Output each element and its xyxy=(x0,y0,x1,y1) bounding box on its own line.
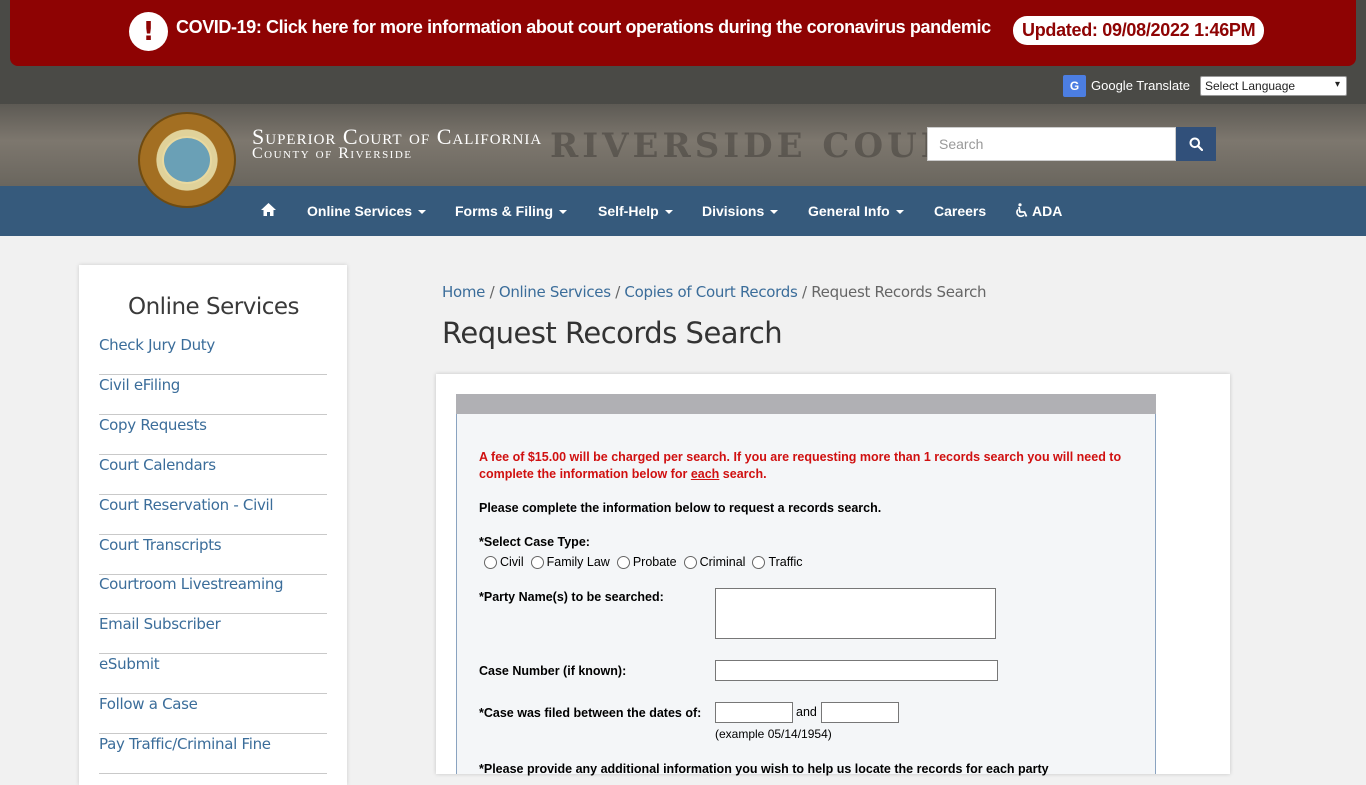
breadcrumb-online-services[interactable]: Online Services xyxy=(499,283,611,301)
sidebar-link-courtroom-livestreaming[interactable]: Courtroom Livestreaming xyxy=(99,575,327,614)
caret-down-icon xyxy=(418,210,427,215)
covid-alert-link[interactable]: COVID-19: Click here for more informatio… xyxy=(176,17,991,38)
date-from-input[interactable] xyxy=(715,702,793,723)
language-select-value: Select Language xyxy=(1205,79,1296,93)
fee-notice: A fee of $15.00 will be charged per sear… xyxy=(479,450,1122,481)
nav-online-services[interactable]: Online Services xyxy=(307,203,427,219)
nav-ada[interactable]: ADA xyxy=(1015,203,1062,219)
search-icon xyxy=(1189,137,1203,151)
form-header-bar xyxy=(456,394,1156,414)
google-translate-label: Google Translate xyxy=(1091,78,1191,93)
nav-forms-filing[interactable]: Forms & Filing xyxy=(455,203,567,219)
sidebar-link-esubmit[interactable]: eSubmit xyxy=(99,655,327,694)
case-type-criminal[interactable]: Criminal xyxy=(683,555,745,569)
breadcrumb-current: Request Records Search xyxy=(811,283,987,301)
radio-family-law[interactable] xyxy=(530,555,544,569)
case-type-traffic[interactable]: Traffic xyxy=(752,555,803,569)
filed-dates-label: *Case was filed between the dates of: xyxy=(479,706,702,720)
breadcrumb: Home / Online Services / Copies of Court… xyxy=(442,283,987,301)
court-seal-logo[interactable] xyxy=(138,112,236,208)
case-type-family-law[interactable]: Family Law xyxy=(530,555,610,569)
covid-alert-banner[interactable]: ! COVID-19: Click here for more informat… xyxy=(10,0,1356,66)
additional-info-label: *Please provide any additional informati… xyxy=(479,762,1049,776)
radio-probate[interactable] xyxy=(616,555,630,569)
sidebar-title: Online Services xyxy=(128,294,300,320)
court-subtitle[interactable]: County of Riverside xyxy=(252,145,413,163)
case-type-label: *Select Case Type: xyxy=(479,535,590,549)
search-input[interactable]: Search xyxy=(927,127,1176,161)
breadcrumb-separator: / xyxy=(801,283,807,301)
page-title: Request Records Search xyxy=(442,316,783,350)
nav-self-help[interactable]: Self-Help xyxy=(598,203,673,219)
sidebar-link-email-subscriber[interactable]: Email Subscriber xyxy=(99,615,327,654)
party-name-textarea[interactable] xyxy=(715,588,996,639)
breadcrumb-copies-of-court-records[interactable]: Copies of Court Records xyxy=(624,283,797,301)
seal-emblem-icon xyxy=(162,136,212,184)
dates-and-text: and xyxy=(796,705,817,719)
sidebar-link-check-jury-duty[interactable]: Check Jury Duty xyxy=(99,336,327,375)
sidebar-link-civil-efiling[interactable]: Civil eFiling xyxy=(99,376,327,415)
radio-traffic[interactable] xyxy=(752,555,766,569)
party-name-label: *Party Name(s) to be searched: xyxy=(479,590,664,604)
sidebar-link-court-calendars[interactable]: Court Calendars xyxy=(99,456,327,495)
google-translate-icon: G xyxy=(1063,75,1086,97)
radio-criminal[interactable] xyxy=(683,555,697,569)
sidebar-link-follow-a-case[interactable]: Follow a Case xyxy=(99,695,327,734)
caret-down-icon xyxy=(770,210,779,215)
sidebar-link-court-transcripts[interactable]: Court Transcripts xyxy=(99,536,327,575)
fee-notice-each: each xyxy=(690,467,720,481)
sidebar-link-pay-fine[interactable]: Pay Traffic/Criminal Fine xyxy=(99,735,327,774)
chevron-down-icon: ▾ xyxy=(1334,79,1340,90)
radio-civil[interactable] xyxy=(484,555,497,569)
nav-careers[interactable]: Careers xyxy=(934,203,986,219)
nav-divisions[interactable]: Divisions xyxy=(702,203,779,219)
case-type-civil[interactable]: Civil xyxy=(484,555,524,569)
home-icon xyxy=(261,203,276,216)
nav-general-info[interactable]: General Info xyxy=(808,203,904,219)
sidebar-link-court-reservation[interactable]: Court Reservation - Civil xyxy=(99,496,327,535)
language-select[interactable]: Select Language ▾ xyxy=(1200,76,1347,96)
form-instructions: Please complete the information below to… xyxy=(479,501,882,515)
updated-badge: Updated: 09/08/2022 1:46PM xyxy=(1013,16,1265,45)
sidebar-link-copy-requests[interactable]: Copy Requests xyxy=(99,416,327,455)
breadcrumb-separator: / xyxy=(489,283,495,301)
breadcrumb-home[interactable]: Home xyxy=(442,283,485,301)
caret-down-icon xyxy=(559,210,567,215)
case-number-label: Case Number (if known): xyxy=(479,664,627,678)
breadcrumb-separator: / xyxy=(615,283,620,301)
date-example-hint: (example 05/14/1954) xyxy=(715,727,832,741)
date-to-input[interactable] xyxy=(821,702,899,723)
caret-down-icon xyxy=(895,210,904,215)
caret-down-icon xyxy=(664,210,673,215)
case-number-input[interactable] xyxy=(715,660,998,681)
search-button[interactable] xyxy=(1176,127,1216,161)
exclamation-icon: ! xyxy=(129,12,168,51)
case-type-probate[interactable]: Probate xyxy=(616,555,677,569)
case-type-radio-group: Civil Family Law Probate Criminal Traffi… xyxy=(484,555,810,569)
nav-home[interactable] xyxy=(260,202,277,220)
wheelchair-icon xyxy=(1016,203,1028,218)
